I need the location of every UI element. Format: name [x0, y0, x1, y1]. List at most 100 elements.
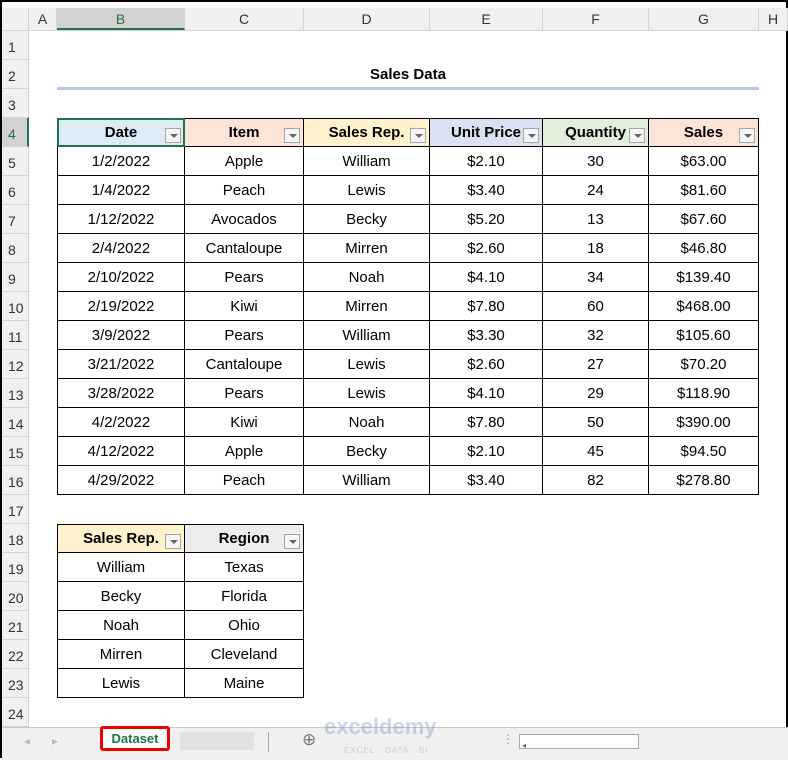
sales-cell[interactable]: 3/21/2022: [57, 350, 185, 379]
column-header-A[interactable]: A: [29, 8, 57, 30]
sales-cell[interactable]: $46.80: [649, 234, 759, 263]
prev-sheet-icon[interactable]: ◂: [24, 734, 30, 748]
sales-cell[interactable]: Kiwi: [185, 408, 304, 437]
column-header-B[interactable]: B: [57, 8, 185, 30]
column-header-E[interactable]: E: [430, 8, 543, 30]
sales-cell[interactable]: 4/29/2022: [57, 466, 185, 495]
sales-cell[interactable]: 13: [543, 205, 649, 234]
column-header-H[interactable]: H: [759, 8, 788, 30]
sales-cell[interactable]: 34: [543, 263, 649, 292]
sales-cell[interactable]: $4.10: [430, 263, 543, 292]
sales-cell[interactable]: $105.60: [649, 321, 759, 350]
row-header-20[interactable]: 20: [2, 582, 29, 611]
sales-header-cell[interactable]: Item: [185, 118, 304, 147]
sales-cell[interactable]: $94.50: [649, 437, 759, 466]
sales-cell[interactable]: 45: [543, 437, 649, 466]
sales-cell[interactable]: 1/2/2022: [57, 147, 185, 176]
column-header-D[interactable]: D: [304, 8, 430, 30]
row-header-21[interactable]: 21: [2, 611, 29, 640]
region-cell[interactable]: William: [57, 553, 185, 582]
sales-cell[interactable]: 24: [543, 176, 649, 205]
sales-cell[interactable]: Peach: [185, 466, 304, 495]
row-header-18[interactable]: 18: [2, 524, 29, 553]
row-header-16[interactable]: 16: [2, 466, 29, 495]
row-header-5[interactable]: 5: [2, 147, 29, 176]
sales-cell[interactable]: $139.40: [649, 263, 759, 292]
filter-dropdown-icon[interactable]: [165, 534, 181, 549]
row-header-23[interactable]: 23: [2, 669, 29, 698]
row-header-9[interactable]: 9: [2, 263, 29, 292]
column-header-F[interactable]: F: [543, 8, 649, 30]
sales-cell[interactable]: 3/9/2022: [57, 321, 185, 350]
sales-cell[interactable]: Mirren: [304, 292, 430, 321]
sales-cell[interactable]: Lewis: [304, 350, 430, 379]
sales-cell[interactable]: $3.30: [430, 321, 543, 350]
sales-cell[interactable]: 60: [543, 292, 649, 321]
select-all-corner[interactable]: [2, 8, 29, 30]
sales-cell[interactable]: Lewis: [304, 176, 430, 205]
region-cell[interactable]: Texas: [185, 553, 304, 582]
sales-cell[interactable]: Kiwi: [185, 292, 304, 321]
sales-cell[interactable]: Mirren: [304, 234, 430, 263]
sales-header-cell[interactable]: Unit Price: [430, 118, 543, 147]
sales-cell[interactable]: Peach: [185, 176, 304, 205]
row-header-7[interactable]: 7: [2, 205, 29, 234]
sales-cell[interactable]: 2/4/2022: [57, 234, 185, 263]
sales-cell[interactable]: Noah: [304, 408, 430, 437]
row-header-24[interactable]: 24: [2, 698, 29, 727]
row-header-11[interactable]: 11: [2, 321, 29, 350]
sales-cell[interactable]: 82: [543, 466, 649, 495]
sales-cell[interactable]: $2.60: [430, 350, 543, 379]
sales-cell[interactable]: Pears: [185, 263, 304, 292]
region-cell[interactable]: Becky: [57, 582, 185, 611]
sales-cell[interactable]: Noah: [304, 263, 430, 292]
sales-cell[interactable]: Becky: [304, 437, 430, 466]
sales-cell[interactable]: Cantaloupe: [185, 350, 304, 379]
region-cell[interactable]: Florida: [185, 582, 304, 611]
sales-cell[interactable]: $2.10: [430, 147, 543, 176]
sales-cell[interactable]: Avocados: [185, 205, 304, 234]
sales-cell[interactable]: Apple: [185, 437, 304, 466]
row-header-8[interactable]: 8: [2, 234, 29, 263]
sales-cell[interactable]: 3/28/2022: [57, 379, 185, 408]
sales-cell[interactable]: $390.00: [649, 408, 759, 437]
next-sheet-icon[interactable]: ▸: [52, 734, 58, 748]
region-cell[interactable]: Lewis: [57, 669, 185, 698]
sales-cell[interactable]: 30: [543, 147, 649, 176]
sales-cell[interactable]: $2.10: [430, 437, 543, 466]
sales-header-cell[interactable]: Sales Rep.: [304, 118, 430, 147]
sales-cell[interactable]: 50: [543, 408, 649, 437]
filter-dropdown-icon[interactable]: [739, 128, 755, 143]
filter-dropdown-icon[interactable]: [284, 534, 300, 549]
sales-cell[interactable]: William: [304, 466, 430, 495]
filter-dropdown-icon[interactable]: [284, 128, 300, 143]
filter-dropdown-icon[interactable]: [410, 128, 426, 143]
sales-cell[interactable]: 4/12/2022: [57, 437, 185, 466]
region-cell[interactable]: Ohio: [185, 611, 304, 640]
region-cell[interactable]: Cleveland: [185, 640, 304, 669]
sales-cell[interactable]: 1/4/2022: [57, 176, 185, 205]
row-header-19[interactable]: 19: [2, 553, 29, 582]
sheet-tab-blurred[interactable]: [180, 732, 254, 750]
filter-dropdown-icon[interactable]: [523, 128, 539, 143]
sales-header-cell[interactable]: Date: [57, 118, 185, 147]
sales-cell[interactable]: 1/12/2022: [57, 205, 185, 234]
sales-cell[interactable]: 18: [543, 234, 649, 263]
sales-cell[interactable]: Apple: [185, 147, 304, 176]
sales-cell[interactable]: Becky: [304, 205, 430, 234]
row-header-17[interactable]: 17: [2, 495, 29, 524]
row-header-4[interactable]: 4: [2, 118, 29, 147]
sales-cell[interactable]: $7.80: [430, 408, 543, 437]
sales-cell[interactable]: $2.60: [430, 234, 543, 263]
sales-cell[interactable]: William: [304, 147, 430, 176]
sales-header-cell[interactable]: Sales: [649, 118, 759, 147]
row-header-13[interactable]: 13: [2, 379, 29, 408]
region-header-cell[interactable]: Region: [185, 524, 304, 553]
sales-cell[interactable]: $67.60: [649, 205, 759, 234]
add-sheet-icon[interactable]: ⊕: [302, 730, 316, 750]
sales-cell[interactable]: $278.80: [649, 466, 759, 495]
row-header-10[interactable]: 10: [2, 292, 29, 321]
filter-dropdown-icon[interactable]: [629, 128, 645, 143]
scroll-left-icon[interactable]: ◂: [520, 741, 526, 750]
row-header-15[interactable]: 15: [2, 437, 29, 466]
